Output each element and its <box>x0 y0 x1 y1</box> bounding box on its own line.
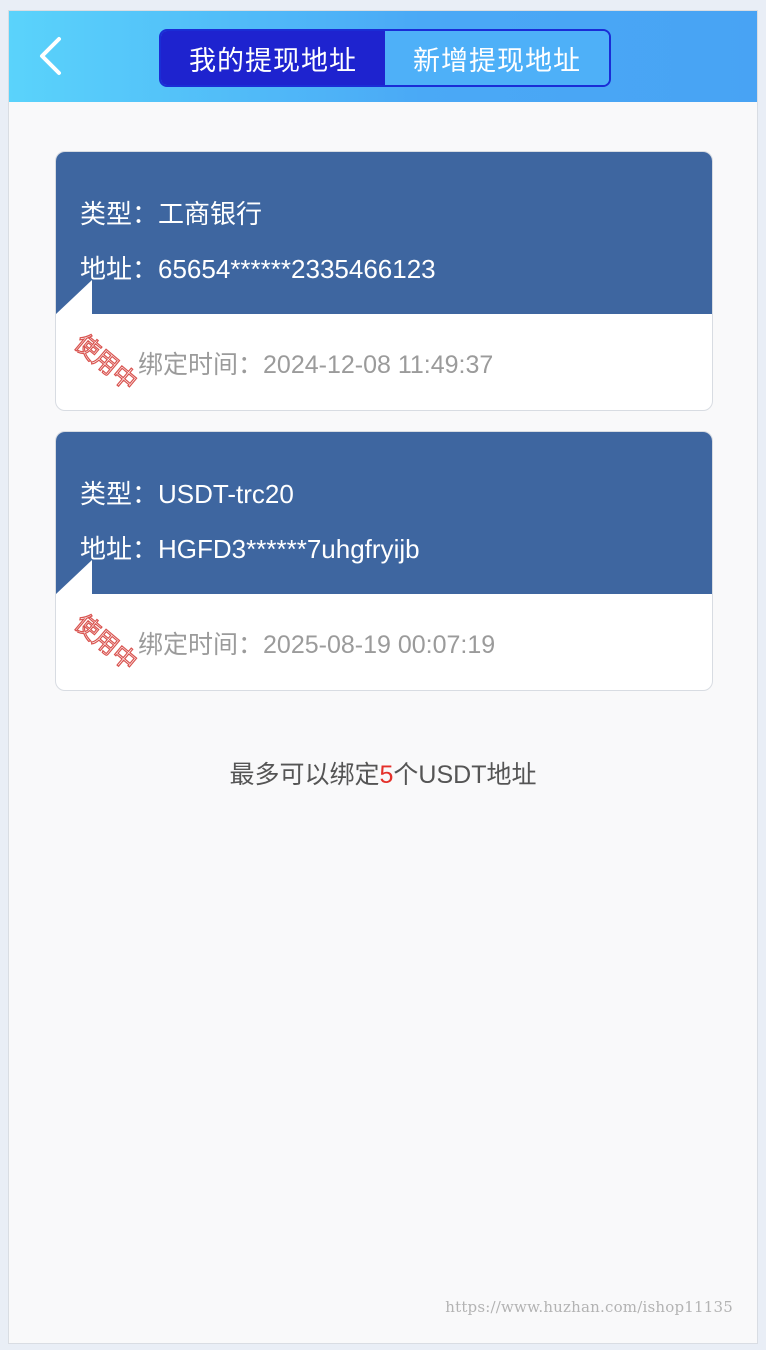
in-use-stamp: 使用中 <box>60 322 150 402</box>
card-bind-time-value: 2025-08-19 00:07:19 <box>263 631 496 659</box>
limit-count: 5 <box>379 761 394 789</box>
card-type-line: 类型：USDT-trc20 <box>80 474 294 511</box>
card-bind-time-label: 绑定时间： <box>138 351 264 379</box>
card-type-label: 类型： <box>80 479 159 509</box>
card-type-value: 工商银行 <box>158 199 263 229</box>
tab-my-withdraw-address[interactable]: 我的提现地址 <box>161 31 385 85</box>
address-card[interactable]: 类型：USDT-trc20 地址：HGFD3******7uhgfryijb 使… <box>55 431 713 691</box>
tab-add-withdraw-address[interactable]: 新增提现地址 <box>385 31 609 85</box>
limit-prefix: 最多可以绑定 <box>229 761 380 789</box>
card-type-label: 类型： <box>80 199 159 229</box>
card-address-line: 地址：HGFD3******7uhgfryijb <box>80 529 420 566</box>
card-bind-time: 绑定时间：2024-12-08 11:49:37 <box>138 345 493 381</box>
card-bind-time-value: 2024-12-08 11:49:37 <box>263 351 494 379</box>
address-card[interactable]: 类型：工商银行 地址：65654******2335466123 使用中 绑定时… <box>55 151 713 411</box>
app-frame: 我的提现地址 新增提现地址 类型：工商银行 地址：65654******2335… <box>8 10 758 1344</box>
tab-switch: 我的提现地址 新增提现地址 <box>159 29 611 87</box>
binding-limit-note: 最多可以绑定5个USDT地址 <box>9 755 757 791</box>
corner-fold <box>56 560 92 594</box>
watermark-url: https://www.huzhan.com/ishop11135 <box>445 1298 733 1316</box>
in-use-stamp: 使用中 <box>60 602 150 682</box>
card-header: 类型：USDT-trc20 地址：HGFD3******7uhgfryijb <box>56 432 712 594</box>
card-header: 类型：工商银行 地址：65654******2335466123 <box>56 152 712 314</box>
back-button[interactable] <box>29 33 75 79</box>
card-type-value: USDT-trc20 <box>158 479 294 509</box>
card-bind-time-label: 绑定时间： <box>138 631 264 659</box>
card-bind-time: 绑定时间：2025-08-19 00:07:19 <box>138 625 495 661</box>
stamp-text: 使用中 <box>69 329 142 397</box>
stamp-text: 使用中 <box>69 609 142 677</box>
chevron-left-icon <box>40 37 61 75</box>
card-address-line: 地址：65654******2335466123 <box>80 249 436 286</box>
header-bar: 我的提现地址 新增提现地址 <box>9 11 757 102</box>
card-type-line: 类型：工商银行 <box>80 194 262 231</box>
card-address-value: 65654******2335466123 <box>158 254 436 284</box>
corner-fold <box>56 280 92 314</box>
limit-suffix: 个USDT地址 <box>393 761 537 789</box>
card-address-value: HGFD3******7uhgfryijb <box>158 534 420 564</box>
